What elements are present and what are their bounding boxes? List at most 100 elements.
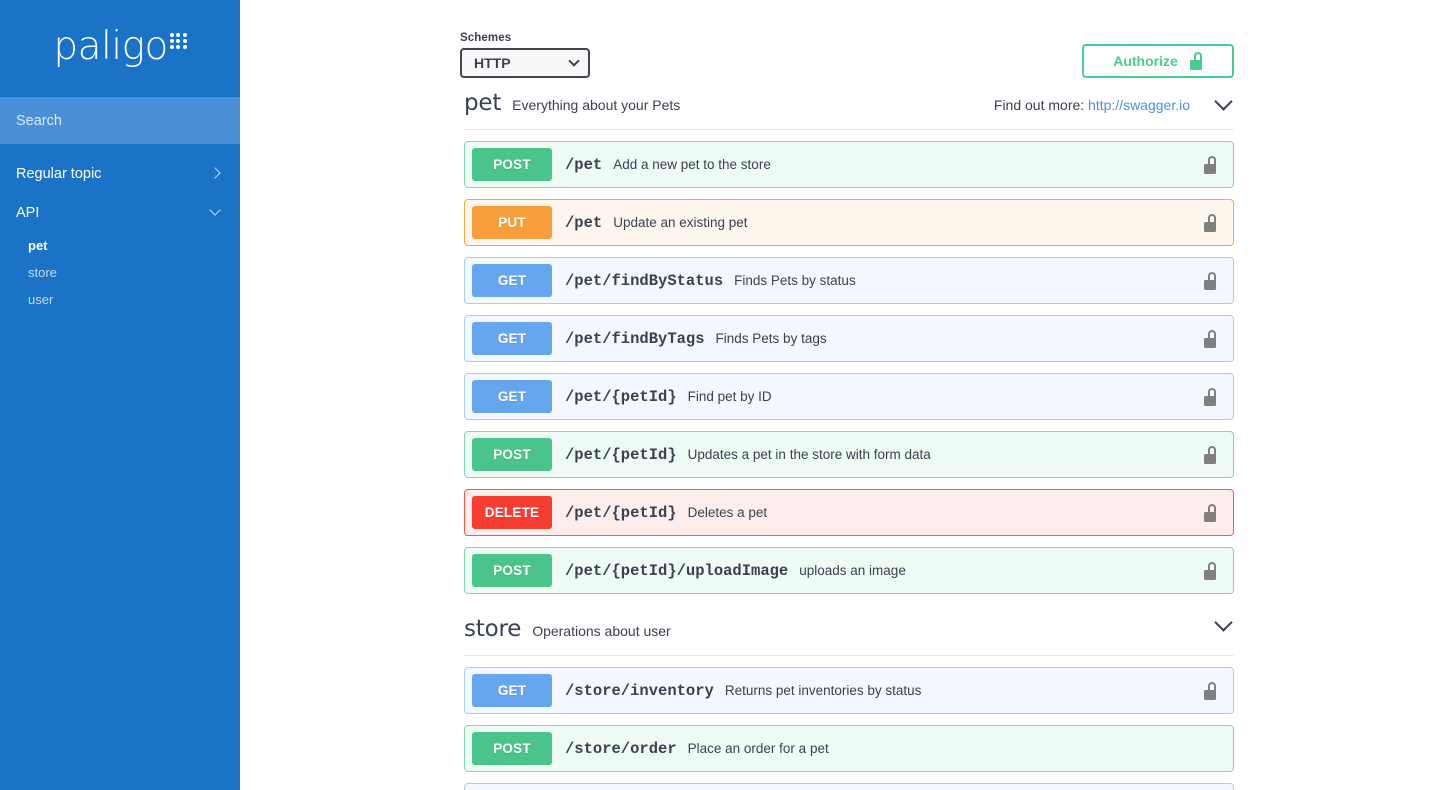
search-input[interactable] — [16, 113, 224, 129]
tag-section-store: store Operations about user GET /store/i… — [455, 616, 1245, 790]
operation-summary: Finds Pets by status — [734, 273, 1203, 288]
unlocked-padlock-icon — [1203, 272, 1217, 290]
chevron-right-icon[interactable] — [211, 168, 222, 179]
operation-path: /pet — [565, 156, 602, 174]
operation-method: DELETE — [472, 496, 552, 529]
operation-summary: Updates a pet in the store with form dat… — [688, 447, 1203, 462]
operation-lock[interactable] — [1203, 504, 1217, 522]
authorize-button[interactable]: Authorize — [1082, 44, 1234, 78]
operation-summary: Finds Pets by tags — [716, 331, 1203, 346]
sidebar-item-api[interactable]: API — [0, 193, 240, 232]
operation-row[interactable]: DELETE /pet/{petId} Deletes a pet — [464, 489, 1234, 536]
tag-divider — [464, 129, 1234, 130]
operation-path: /pet/findByTags — [565, 330, 705, 348]
tag-name: store — [464, 616, 521, 642]
find-out-more: Find out more: http://swagger.io — [994, 97, 1190, 113]
operation-lock[interactable] — [1203, 562, 1217, 580]
sidebar-item-user[interactable]: user — [0, 286, 240, 313]
sidebar-item-pet[interactable]: pet — [0, 232, 240, 259]
schemes-select-value: HTTP — [474, 55, 511, 71]
tag-name: pet — [464, 90, 501, 116]
sidebar-subitem-label: user — [28, 292, 53, 307]
operation-method: GET — [472, 674, 552, 707]
unlocked-padlock-icon — [1203, 446, 1217, 464]
unlocked-padlock-icon — [1203, 156, 1217, 174]
operation-method: POST — [472, 732, 552, 765]
operation-path: /pet — [565, 214, 602, 232]
schemes-select[interactable]: HTTP — [460, 48, 590, 78]
chevron-down-icon[interactable] — [211, 207, 222, 218]
operation-row[interactable]: POST /pet/{petId}/uploadImage uploads an… — [464, 547, 1234, 594]
operation-summary: Returns pet inventories by status — [725, 683, 1203, 698]
swagger-topbar: Schemes HTTP Authorize — [455, 18, 1245, 78]
operation-path: /pet/{petId} — [565, 446, 677, 464]
operation-row[interactable]: POST /store/order Place an order for a p… — [464, 725, 1234, 772]
operation-method: GET — [472, 264, 552, 297]
operation-row[interactable]: PUT /pet Update an existing pet — [464, 199, 1234, 246]
find-out-more-link[interactable]: http://swagger.io — [1088, 97, 1190, 113]
operation-row[interactable]: GET /pet/{petId} Find pet by ID — [464, 373, 1234, 420]
operation-path: /pet/findByStatus — [565, 272, 723, 290]
operation-lock[interactable] — [1203, 214, 1217, 232]
unlocked-padlock-icon — [1203, 504, 1217, 522]
schemes-block: Schemes HTTP — [460, 32, 590, 78]
unlocked-padlock-icon — [1203, 562, 1217, 580]
operation-row[interactable]: POST /pet/{petId} Updates a pet in the s… — [464, 431, 1234, 478]
grid-dots-icon — [170, 33, 187, 50]
operations-list-pet: POST /pet Add a new pet to the store PUT… — [455, 141, 1245, 594]
operation-path: /pet/{petId}/uploadImage — [565, 562, 788, 580]
app-root: paligo Regular topic API pet — [0, 0, 1440, 790]
operation-summary: Deletes a pet — [688, 505, 1203, 520]
operations-list-store: GET /store/inventory Returns pet invento… — [455, 667, 1245, 790]
unlocked-padlock-icon — [1203, 682, 1217, 700]
operation-lock[interactable] — [1203, 156, 1217, 174]
tag-section-pet: pet Everything about your Pets Find out … — [455, 90, 1245, 594]
operation-path: /pet/{petId} — [565, 504, 677, 522]
operation-summary: Update an existing pet — [613, 215, 1203, 230]
find-out-more-label: Find out more: — [994, 97, 1084, 113]
sidebar-item-label: API — [16, 205, 39, 221]
operation-row[interactable]: GET /pet/findByStatus Finds Pets by stat… — [464, 257, 1234, 304]
chevron-down-icon — [569, 58, 579, 68]
operation-row[interactable]: GET — [464, 783, 1234, 790]
operation-method: GET — [472, 380, 552, 413]
operation-row[interactable]: GET /store/inventory Returns pet invento… — [464, 667, 1234, 714]
tag-description: Operations about user — [532, 623, 671, 639]
sidebar-subitem-label: store — [28, 265, 57, 280]
tag-description: Everything about your Pets — [512, 97, 680, 113]
operation-lock[interactable] — [1203, 446, 1217, 464]
tag-divider — [464, 655, 1234, 656]
operation-lock[interactable] — [1203, 330, 1217, 348]
operation-lock[interactable] — [1203, 272, 1217, 290]
sidebar-nav: Regular topic API pet store user — [0, 144, 240, 313]
operation-row[interactable]: POST /pet Add a new pet to the store — [464, 141, 1234, 188]
operation-path: /store/order — [565, 740, 677, 758]
search-bar[interactable] — [0, 97, 240, 144]
swagger-ui: Schemes HTTP Authorize pet — [455, 0, 1245, 790]
chevron-down-icon[interactable] — [1214, 616, 1234, 636]
operation-method: POST — [472, 438, 552, 471]
operation-method: POST — [472, 148, 552, 181]
logo-text: paligo — [53, 27, 168, 67]
tag-header-pet[interactable]: pet Everything about your Pets Find out … — [455, 90, 1245, 126]
operation-lock[interactable] — [1203, 682, 1217, 700]
logo[interactable]: paligo — [0, 0, 240, 97]
sidebar-item-store[interactable]: store — [0, 259, 240, 286]
operation-lock[interactable] — [1203, 388, 1217, 406]
operation-method: POST — [472, 554, 552, 587]
operation-row[interactable]: GET /pet/findByTags Finds Pets by tags — [464, 315, 1234, 362]
sidebar-subitem-label: pet — [28, 238, 48, 253]
operation-method: GET — [472, 322, 552, 355]
operation-path: /store/inventory — [565, 682, 714, 700]
sidebar: paligo Regular topic API pet — [0, 0, 240, 790]
tag-header-store[interactable]: store Operations about user — [455, 616, 1245, 652]
schemes-label: Schemes — [460, 32, 590, 44]
sidebar-item-label: Regular topic — [16, 166, 101, 182]
sidebar-item-regular-topic[interactable]: Regular topic — [0, 154, 240, 193]
unlocked-padlock-icon — [1189, 52, 1203, 70]
main-content: Schemes HTTP Authorize pet — [240, 0, 1440, 790]
operation-summary: Add a new pet to the store — [613, 157, 1203, 172]
operation-method: PUT — [472, 206, 552, 239]
chevron-down-icon[interactable] — [1214, 95, 1234, 115]
operation-path: /pet/{petId} — [565, 388, 677, 406]
